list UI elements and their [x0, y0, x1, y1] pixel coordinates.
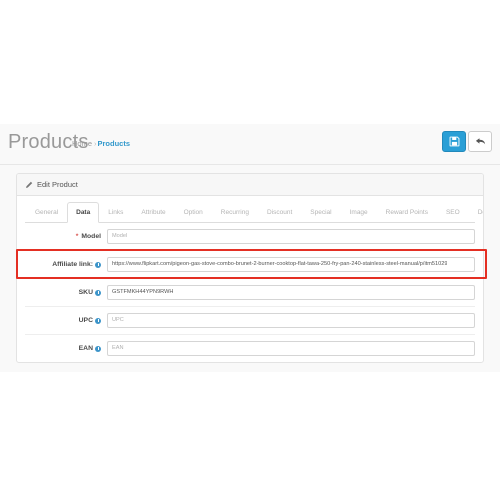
save-icon	[449, 136, 460, 147]
ean-field[interactable]: EAN	[107, 341, 475, 356]
save-button[interactable]	[442, 131, 466, 152]
product-tabs: General Data Links Attribute Option Recurring…	[25, 202, 483, 223]
tab-general[interactable]: General	[26, 202, 67, 223]
form-row-affiliate-link-field: Affiliate link: https://www.flipkart.com/…	[25, 251, 475, 279]
tab-option[interactable]: Option	[175, 202, 212, 223]
breadcrumb-item-home[interactable]: Home	[72, 139, 92, 148]
edit-product-panel: Edit Product General Data Links Attribute Op…	[16, 173, 484, 363]
affiliate-link-field-label: Affiliate link:	[52, 261, 93, 268]
upc-field-label-group: UPC	[25, 316, 107, 325]
breadcrumb-separator: ›	[94, 139, 97, 148]
info-icon[interactable]	[95, 261, 101, 268]
sku-field-label-group: SKU	[25, 288, 107, 297]
info-icon[interactable]	[95, 289, 101, 296]
tab-special[interactable]: Special	[301, 202, 340, 223]
form-row-upc-field: UPC UPC	[25, 307, 475, 335]
tab-recurring[interactable]: Recurring	[212, 202, 258, 223]
upc-field[interactable]: UPC	[107, 313, 475, 328]
model-field[interactable]: Model	[107, 229, 475, 244]
sku-field-label: SKU	[78, 289, 93, 296]
form-row-model-field: * Model Model	[25, 223, 475, 251]
breadcrumb-item-products[interactable]: Products	[98, 139, 131, 148]
page-header: Products Home ›Products	[0, 124, 500, 165]
product-data-form: * Model Model Affiliate link: https://www.fl…	[25, 223, 475, 362]
back-button[interactable]	[468, 131, 492, 152]
model-field-label-group: * Model	[25, 232, 107, 241]
affiliate-link-field-label-group: Affiliate link:	[25, 260, 107, 269]
form-row-sku-field: SKU GSTFMKH44YPN9RWH	[25, 279, 475, 307]
panel-title: Edit Product	[37, 179, 78, 189]
ean-field-text: EAN	[112, 345, 124, 351]
tab-reward-points[interactable]: Reward Points	[377, 202, 437, 223]
model-field-label: Model	[81, 233, 101, 240]
header-actions	[442, 131, 492, 152]
sku-field-text: GSTFMKH44YPN9RWH	[112, 289, 174, 295]
admin-page: Products Home ›Products Edit Product Gen…	[0, 124, 500, 372]
info-icon[interactable]	[95, 345, 101, 352]
required-asterisk: *	[75, 233, 79, 240]
tab-discount[interactable]: Discount	[258, 202, 301, 223]
screenshot-canvas: Products Home ›Products Edit Product Gen…	[0, 0, 500, 500]
model-field-text: Model	[112, 233, 128, 239]
affiliate-link-field-text: https://www.flipkart.com/pigeon-gas-stov…	[112, 261, 448, 267]
tab-seo[interactable]: SEO	[437, 202, 469, 223]
upc-field-label: UPC	[78, 317, 93, 324]
panel-body: General Data Links Attribute Option Recurring…	[17, 196, 483, 362]
sku-field[interactable]: GSTFMKH44YPN9RWH	[107, 285, 475, 300]
ean-field-label-group: EAN	[25, 344, 107, 353]
tab-attribute[interactable]: Attribute	[132, 202, 174, 223]
form-row-ean-field: EAN EAN	[25, 335, 475, 362]
ean-field-label: EAN	[78, 345, 93, 352]
panel-heading: Edit Product	[17, 174, 483, 196]
tab-design[interactable]: Design	[469, 202, 483, 223]
back-arrow-icon	[475, 136, 486, 147]
upc-field-text: UPC	[112, 317, 124, 323]
affiliate-link-field[interactable]: https://www.flipkart.com/pigeon-gas-stov…	[107, 257, 475, 272]
info-icon[interactable]	[95, 317, 101, 324]
tab-image[interactable]: Image	[341, 202, 377, 223]
pencil-icon	[25, 176, 33, 194]
tab-links[interactable]: Links	[99, 202, 132, 223]
tab-data[interactable]: Data	[67, 202, 100, 223]
breadcrumb: Home ›Products	[72, 139, 130, 149]
